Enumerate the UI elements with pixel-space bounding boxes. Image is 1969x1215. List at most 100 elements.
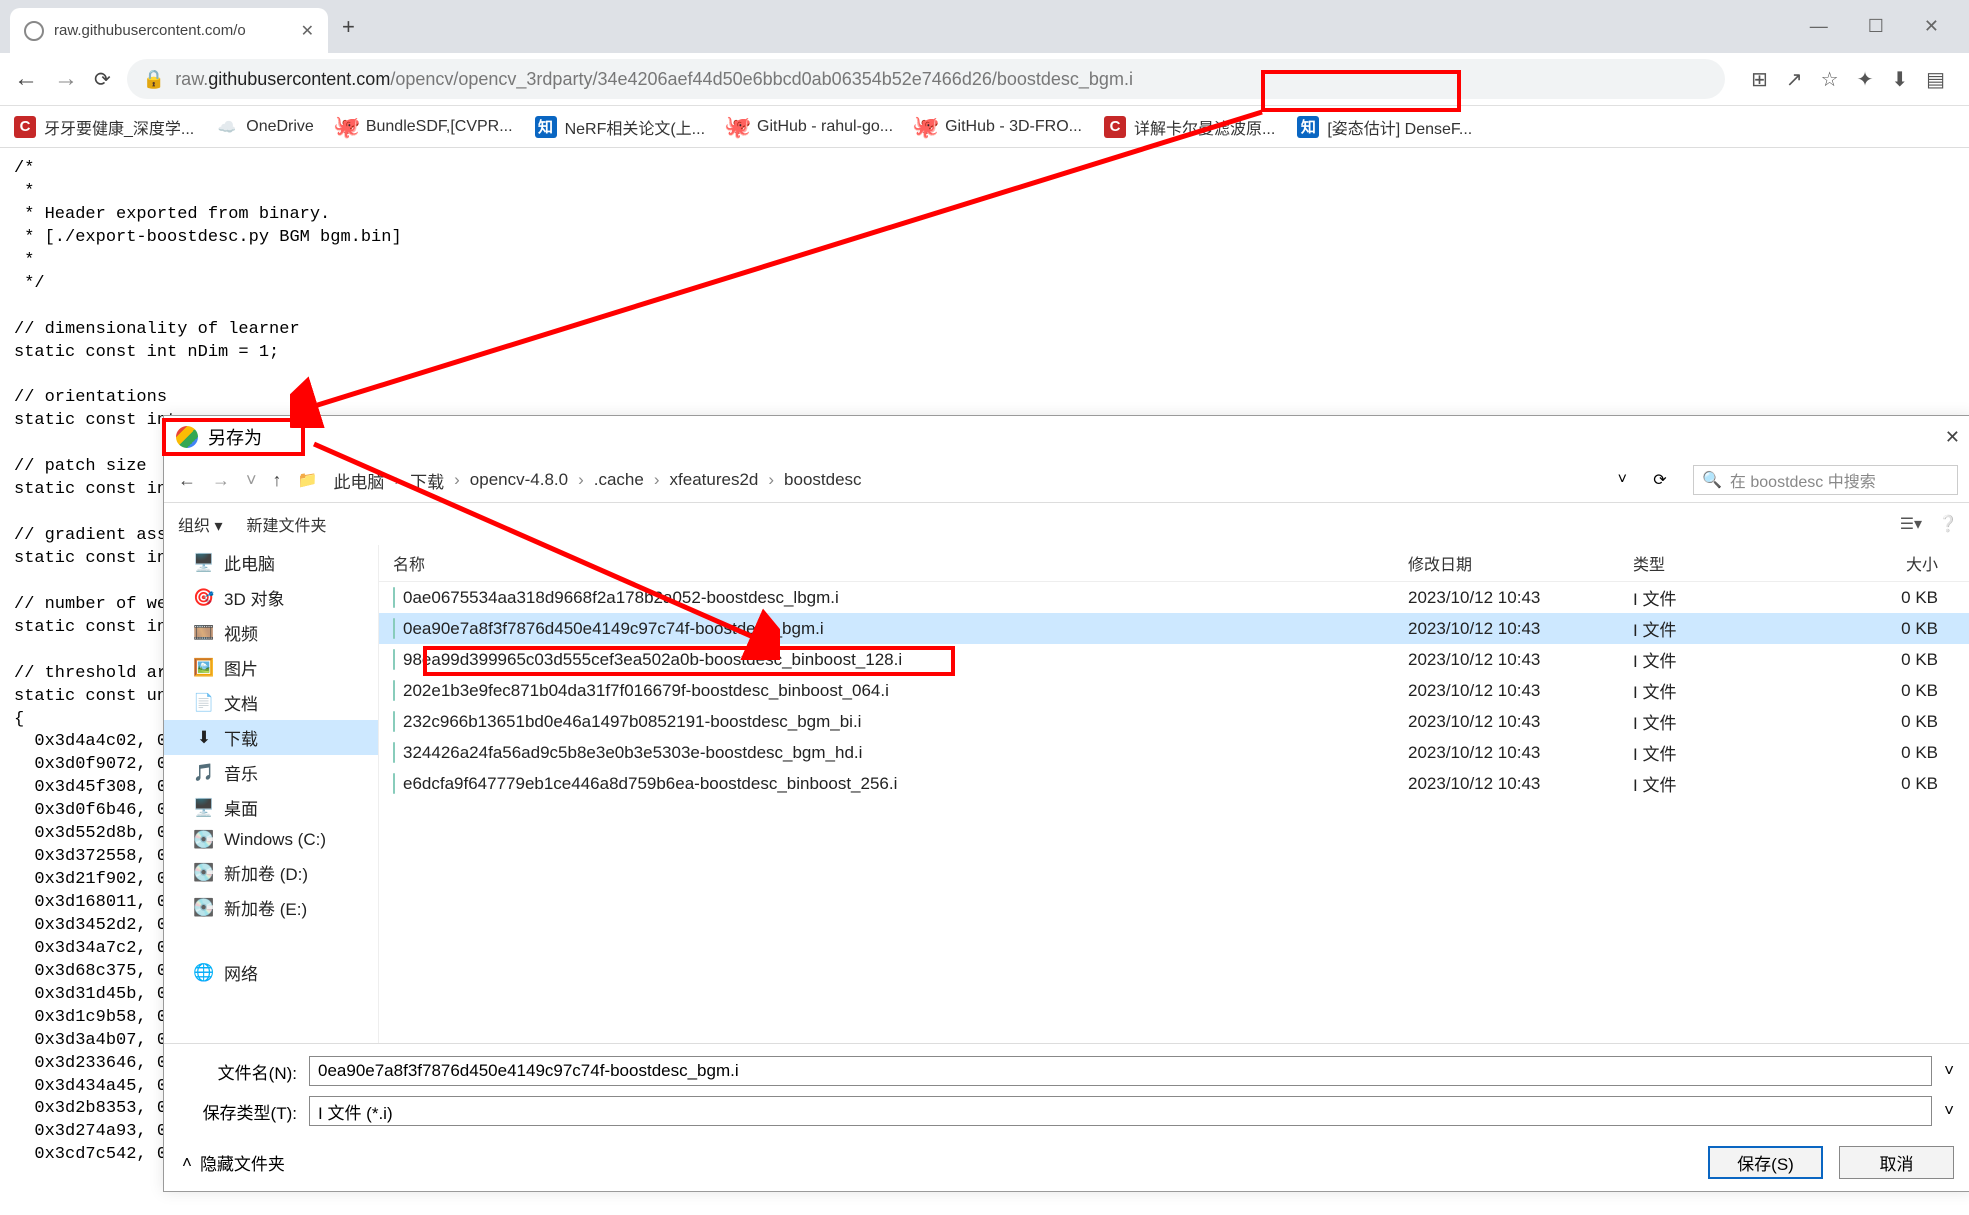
col-header-size[interactable]: 大小: [1828, 551, 1958, 575]
sidebar-item-label: 图片: [224, 655, 258, 680]
bookmark-item[interactable]: 🐙BundleSDF,[CVPR...: [336, 116, 513, 138]
refresh-button[interactable]: ⟳: [1643, 470, 1677, 490]
dialog-nav: ← → ˅ ↑ 📁 此电脑›下载›opencv-4.8.0›.cache›xfe…: [164, 458, 1969, 503]
dialog-close-button[interactable]: ✕: [1945, 427, 1960, 448]
save-button[interactable]: 保存(S): [1708, 1146, 1823, 1179]
breadcrumb-segment[interactable]: .cache: [594, 470, 644, 490]
folder-search[interactable]: 🔍 在 boostdesc 中搜索: [1693, 465, 1958, 495]
file-size: 0 KB: [1828, 588, 1958, 608]
sidebar-item[interactable]: 🎞️视频: [164, 615, 378, 650]
file-row[interactable]: 232c966b13651bd0e46a1497b0852191-boostde…: [379, 706, 1969, 737]
bookmark-item[interactable]: 🐙GitHub - 3D-FRO...: [915, 116, 1082, 138]
file-list-header[interactable]: 名称 修改日期 类型 大小: [379, 545, 1969, 582]
save-as-dialog: 另存为 ✕ ← → ˅ ↑ 📁 此电脑›下载›opencv-4.8.0›.cac…: [163, 415, 1969, 1192]
sidebar-item[interactable]: 🖥️此电脑: [164, 545, 378, 580]
dialog-toolbar: 组织 ▾ 新建文件夹 ☰▾ ❔: [164, 503, 1969, 545]
bookmark-label: BundleSDF,[CVPR...: [366, 118, 513, 136]
sidebar-item-icon: 🖥️: [194, 553, 214, 573]
sidebar-item[interactable]: 🖥️桌面: [164, 790, 378, 825]
close-window-button[interactable]: ✕: [1924, 16, 1939, 37]
sidebar-item[interactable]: 💽新加卷 (E:): [164, 890, 378, 925]
file-row[interactable]: 98ea99d399965c03d555cef3ea502a0b-boostde…: [379, 644, 1969, 675]
sidebar-item-icon: 🌐: [194, 963, 214, 983]
file-row[interactable]: 202e1b3e9fec871b04da31f7f016679f-boostde…: [379, 675, 1969, 706]
breadcrumb-segment[interactable]: 下载: [410, 468, 444, 493]
lock-icon: 🔒: [143, 69, 165, 90]
view-options-icon[interactable]: ☰▾: [1900, 514, 1922, 534]
bookmark-icon: 🐙: [915, 116, 937, 138]
new-tab-button[interactable]: +: [342, 14, 355, 40]
sidebar-item-label: 新加卷 (E:): [224, 895, 307, 920]
address-bar[interactable]: 🔒 raw.githubusercontent.com/opencv/openc…: [127, 59, 1725, 99]
sidebar-item[interactable]: 💽新加卷 (D:): [164, 855, 378, 890]
filename-dropdown-icon[interactable]: ˅: [1944, 1061, 1954, 1081]
file-date: 2023/10/12 10:43: [1408, 588, 1633, 608]
filetype-label: 保存类型(T):: [182, 1099, 297, 1124]
sidebar-item[interactable]: 🌐网络: [164, 955, 378, 990]
help-icon[interactable]: ❔: [1938, 514, 1958, 534]
new-folder-button[interactable]: 新建文件夹: [246, 512, 326, 536]
crumb-separator-icon: ›: [394, 470, 400, 490]
organize-menu[interactable]: 组织 ▾: [178, 512, 222, 536]
maximize-button[interactable]: ☐: [1868, 16, 1884, 37]
sidebar-item[interactable]: ⬇下载: [164, 720, 378, 755]
sidebar-item[interactable]: [164, 925, 378, 955]
back-button[interactable]: ←: [14, 65, 38, 93]
sidebar-item[interactable]: 🎯3D 对象: [164, 580, 378, 615]
cancel-button[interactable]: 取消: [1839, 1146, 1954, 1179]
file-row[interactable]: 0ea90e7a8f3f7876d450e4149c97c74f-boostde…: [379, 613, 1969, 644]
file-row[interactable]: e6dcfa9f647779eb1ce446a8d759b6ea-boostde…: [379, 768, 1969, 799]
file-size: 0 KB: [1828, 619, 1958, 639]
filetype-dropdown-icon[interactable]: ˅: [1944, 1101, 1954, 1121]
dlg-recent-button[interactable]: ˅: [246, 470, 257, 491]
col-header-type[interactable]: 类型: [1633, 551, 1828, 575]
bookmark-item[interactable]: C牙牙要健康_深度学...: [14, 115, 194, 139]
chrome-icon: [176, 426, 198, 448]
sidebar-item[interactable]: 📄文档: [164, 685, 378, 720]
dlg-forward-button[interactable]: →: [212, 470, 230, 491]
bookmark-item[interactable]: 知NeRF相关论文(上...: [535, 115, 705, 139]
bookmark-item[interactable]: C详解卡尔曼滤波原...: [1104, 115, 1275, 139]
col-header-name[interactable]: 名称: [393, 551, 1408, 575]
reload-button[interactable]: ⟳: [94, 67, 111, 92]
filetype-select[interactable]: I 文件 (*.i): [309, 1096, 1932, 1126]
col-header-date[interactable]: 修改日期: [1408, 551, 1633, 575]
file-size: 0 KB: [1828, 681, 1958, 701]
url-path: /opencv/opencv_3rdparty/34e4206aef44d50e…: [390, 69, 997, 90]
breadcrumb[interactable]: 此电脑›下载›opencv-4.8.0›.cache›xfeatures2d›b…: [333, 468, 1601, 493]
crumb-separator-icon: ›: [768, 470, 774, 490]
breadcrumb-segment[interactable]: 此电脑: [333, 468, 384, 493]
browser-tab[interactable]: raw.githubusercontent.com/o ✕: [10, 8, 328, 53]
sidebar-item[interactable]: 🎵音乐: [164, 755, 378, 790]
sidebar-item[interactable]: 🖼️图片: [164, 650, 378, 685]
dlg-back-button[interactable]: ←: [178, 470, 196, 491]
chevron-down-icon[interactable]: ˅: [1618, 471, 1627, 489]
breadcrumb-segment[interactable]: xfeatures2d: [670, 470, 759, 490]
filename-input[interactable]: 0ea90e7a8f3f7876d450e4149c97c74f-boostde…: [309, 1056, 1932, 1086]
sidebar-item-icon: 💽: [194, 830, 214, 850]
minimize-button[interactable]: —: [1810, 16, 1828, 37]
share-icon[interactable]: ↗: [1786, 67, 1803, 92]
file-row[interactable]: 0ae0675534aa318d9668f2a178b2a052-boostde…: [379, 582, 1969, 613]
breadcrumb-segment[interactable]: boostdesc: [784, 470, 862, 490]
crumb-separator-icon: ›: [454, 470, 460, 490]
sidepanel-icon[interactable]: ▤: [1926, 67, 1945, 92]
download-icon[interactable]: ⬇: [1891, 67, 1908, 92]
bookmark-item[interactable]: 🐙GitHub - rahul-go...: [727, 116, 893, 138]
star-icon[interactable]: ☆: [1821, 67, 1839, 92]
dlg-up-button[interactable]: ↑: [273, 470, 282, 491]
bookmark-item[interactable]: 知[姿态估计] DenseF...: [1297, 115, 1472, 139]
bookmark-item[interactable]: ☁️OneDrive: [216, 116, 314, 138]
sidebar-item[interactable]: 💽Windows (C:): [164, 825, 378, 855]
file-date: 2023/10/12 10:43: [1408, 619, 1633, 639]
sidebar-item-label: 3D 对象: [224, 585, 284, 610]
bookmark-icon: 🐙: [727, 116, 749, 138]
translate-icon[interactable]: ⊞: [1751, 67, 1768, 92]
breadcrumb-segment[interactable]: opencv-4.8.0: [470, 470, 568, 490]
close-tab-icon[interactable]: ✕: [301, 21, 314, 41]
forward-button[interactable]: →: [54, 65, 78, 93]
hide-folders-toggle[interactable]: ˄ 隐藏文件夹: [182, 1150, 285, 1175]
file-row[interactable]: 324426a24fa56ad9c5b8e3e0b3e5303e-boostde…: [379, 737, 1969, 768]
extensions-icon[interactable]: ✦: [1857, 67, 1874, 92]
sidebar-item-label: 文档: [224, 690, 258, 715]
